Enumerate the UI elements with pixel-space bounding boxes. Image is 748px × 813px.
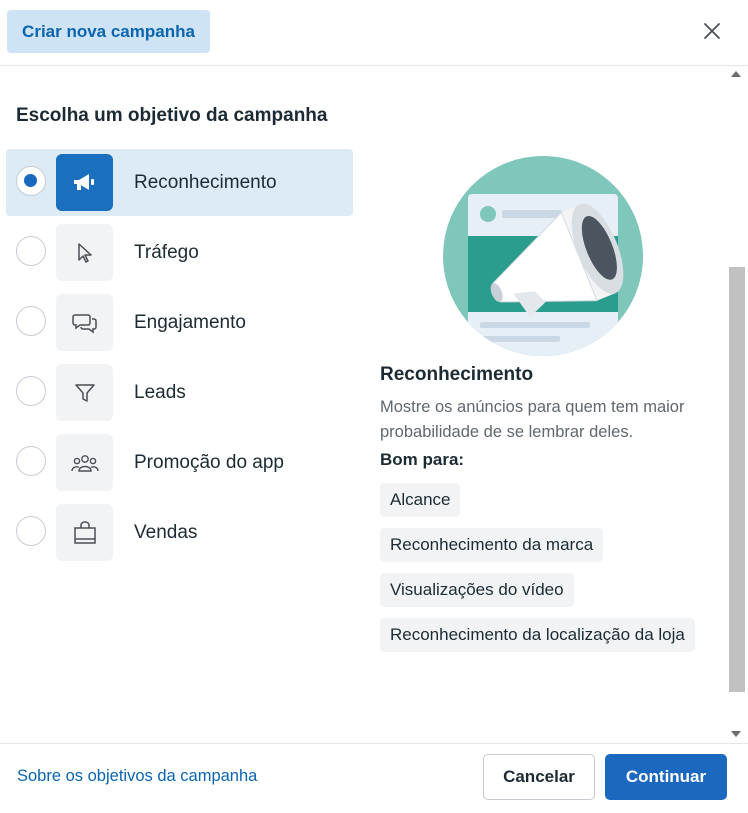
objective-label: Vendas bbox=[134, 522, 198, 543]
objective-label: Reconhecimento bbox=[134, 172, 277, 193]
chat-bubbles-icon bbox=[56, 294, 113, 351]
funnel-icon bbox=[56, 364, 113, 421]
radio-button[interactable] bbox=[16, 306, 46, 336]
detail-title: Reconhecimento bbox=[380, 364, 534, 385]
modal-footer: Sobre os objetivos da campanha Cancelar … bbox=[0, 743, 748, 813]
about-objectives-link[interactable]: Sobre os objetivos da campanha bbox=[17, 767, 257, 786]
objective-label: Promoção do app bbox=[134, 452, 284, 473]
objective-label: Tráfego bbox=[134, 242, 199, 263]
benefit-tag: Alcance bbox=[380, 483, 461, 517]
cancel-button[interactable]: Cancelar bbox=[483, 754, 595, 800]
benefit-tag: Visualizações do vídeo bbox=[380, 573, 574, 607]
objective-option-reconhecimento[interactable]: Reconhecimento bbox=[6, 149, 353, 216]
megaphone-icon bbox=[56, 154, 113, 211]
radio-button[interactable] bbox=[16, 166, 46, 196]
scrollbar-thumb[interactable] bbox=[729, 267, 745, 692]
objective-option-vendas[interactable]: Vendas bbox=[6, 499, 353, 566]
modal-header: Criar nova campanha bbox=[0, 0, 748, 66]
radio-dot bbox=[24, 174, 37, 187]
megaphone-illustration bbox=[440, 152, 652, 360]
objective-option-leads[interactable]: Leads bbox=[6, 359, 353, 426]
detail-description: Mostre os anúncios para quem tem maior p… bbox=[380, 398, 685, 441]
section-title: Escolha um objetivo da campanha bbox=[16, 105, 328, 126]
radio-button[interactable] bbox=[16, 446, 46, 476]
close-icon[interactable] bbox=[698, 17, 726, 45]
objective-option-trafego[interactable]: Tráfego bbox=[6, 219, 353, 286]
radio-button[interactable] bbox=[16, 236, 46, 266]
scroll-up-arrow-icon[interactable] bbox=[731, 71, 741, 77]
shopping-bag-icon bbox=[56, 504, 113, 561]
objective-option-promocao-do-app[interactable]: Promoção do app bbox=[6, 429, 353, 496]
objective-label: Leads bbox=[134, 382, 186, 403]
benefit-tag: Reconhecimento da marca bbox=[380, 528, 604, 562]
objective-label: Engajamento bbox=[134, 312, 246, 333]
cursor-icon bbox=[56, 224, 113, 281]
continue-button[interactable]: Continuar bbox=[605, 754, 727, 800]
people-icon bbox=[56, 434, 113, 491]
scroll-down-arrow-icon[interactable] bbox=[731, 731, 741, 737]
good-for-label: Bom para: bbox=[380, 450, 465, 469]
radio-button[interactable] bbox=[16, 376, 46, 406]
objective-option-engajamento[interactable]: Engajamento bbox=[6, 289, 353, 356]
header-tab[interactable]: Criar nova campanha bbox=[7, 10, 210, 53]
benefit-tag: Reconhecimento da localização da loja bbox=[380, 618, 695, 652]
radio-button[interactable] bbox=[16, 516, 46, 546]
